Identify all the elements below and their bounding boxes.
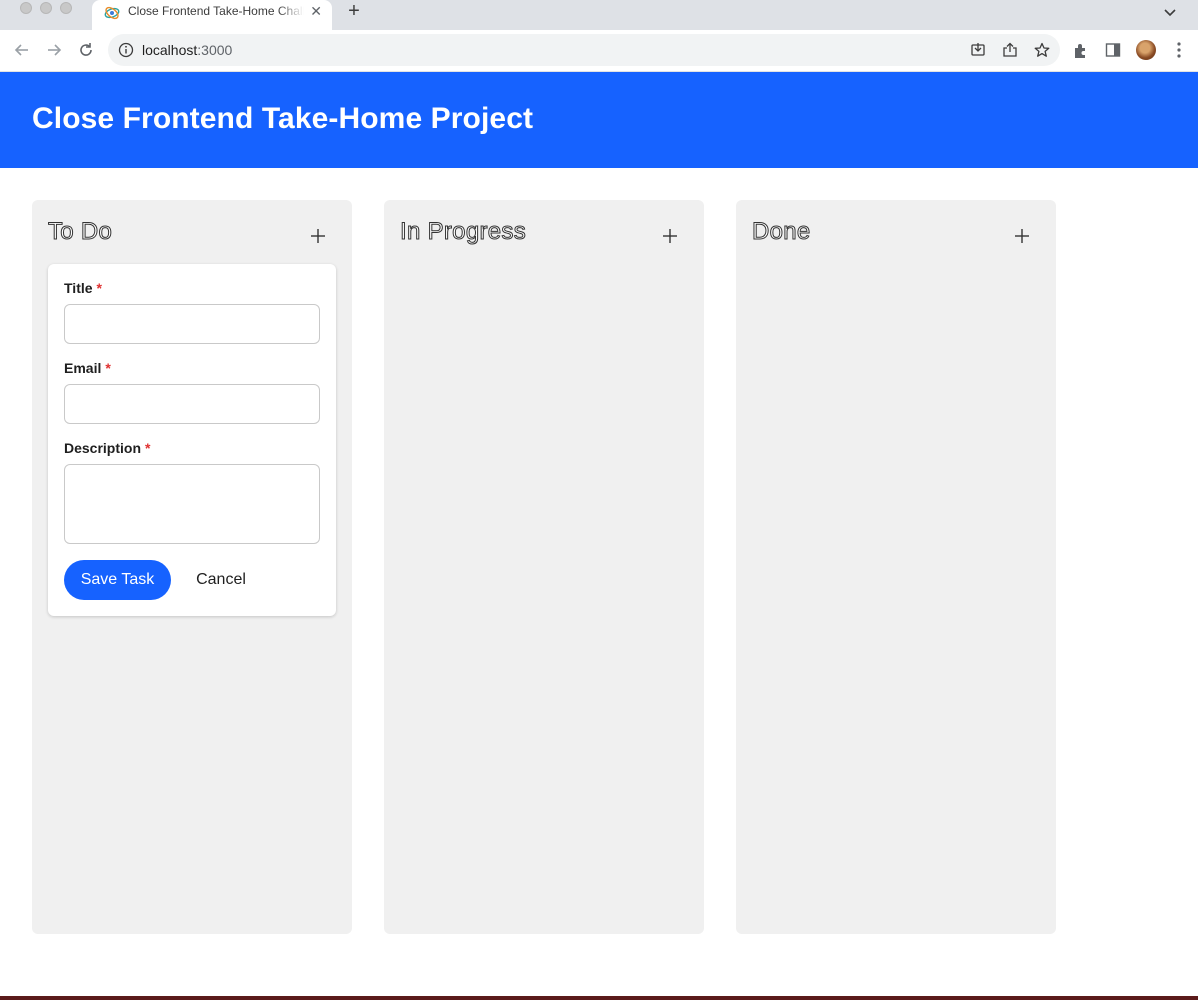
email-label-text: Email [64,360,102,376]
url-host: localhost [142,42,198,58]
more-menu-icon[interactable] [1172,40,1186,60]
required-marker: * [145,440,151,456]
browser-tab-active[interactable]: Close Frontend Take-Home Challenge ✕ [92,0,332,30]
email-label: Email * [64,360,111,376]
site-info-icon[interactable] [118,42,134,58]
browser-tab-strip: Close Frontend Take-Home Challenge ✕ + [0,0,1198,30]
window-bottom-edge [0,996,1198,1000]
tab-title: Close Frontend Take-Home Challenge [128,4,304,18]
add-task-button-in-progress[interactable] [658,224,682,248]
plus-icon [1015,229,1029,243]
share-icon[interactable] [1002,42,1018,58]
email-input[interactable] [64,384,320,424]
title-input[interactable] [64,304,320,344]
chevron-down-icon[interactable] [1162,4,1178,20]
browser-toolbar: localhost:3000 [0,30,1198,72]
title-label-text: Title [64,280,93,296]
required-marker: * [105,360,111,376]
side-panel-icon[interactable] [1104,41,1122,59]
column-title: To Do [47,218,113,246]
back-arrow-icon[interactable] [12,40,32,60]
bookmark-star-icon[interactable] [1034,42,1050,58]
window-close-button[interactable] [20,2,32,14]
plus-icon [311,229,325,243]
forward-arrow-icon[interactable] [44,40,64,60]
favicon-icon [104,6,120,20]
extensions-puzzle-icon[interactable] [1072,41,1090,59]
profile-avatar[interactable] [1136,40,1156,60]
column-in-progress: In Progress [384,200,704,934]
new-tab-button[interactable]: + [344,1,364,22]
url-text[interactable]: localhost:3000 [142,42,232,58]
page-title: Close Frontend Take-Home Project [32,102,534,135]
column-todo: To Do Title * Email * Description * Save Ta… [32,200,352,934]
add-task-button-done[interactable] [1010,224,1034,248]
new-task-form: Title * Email * Description * Save Task Can… [48,264,336,616]
tab-close-icon[interactable]: ✕ [310,4,322,18]
column-title: Done [752,218,811,246]
required-marker: * [96,280,102,296]
url-port: :3000 [197,42,233,58]
description-textarea[interactable] [64,464,320,544]
description-label: Description * [64,440,150,456]
add-task-button-todo[interactable] [306,224,330,248]
cancel-button[interactable]: Cancel [183,560,259,600]
window-zoom-button[interactable] [60,2,72,14]
title-label: Title * [64,280,102,296]
column-done: Done [736,200,1056,934]
address-bar[interactable]: localhost:3000 [108,34,1060,66]
reload-icon[interactable] [76,40,96,60]
plus-icon [663,229,677,243]
column-title: In Progress [399,218,527,246]
save-task-button[interactable]: Save Task [64,560,171,600]
app-header: Close Frontend Take-Home Project [0,72,1198,168]
description-label-text: Description [64,440,142,456]
install-app-icon[interactable] [970,42,986,58]
window-minimize-button[interactable] [40,2,52,14]
